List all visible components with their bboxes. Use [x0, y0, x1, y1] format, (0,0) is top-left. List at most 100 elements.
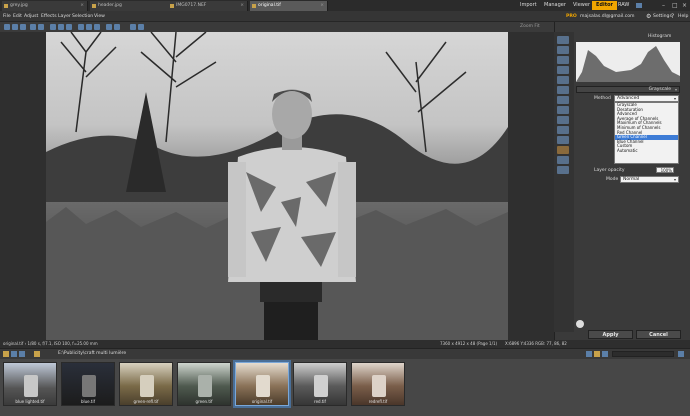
account-email[interactable]: majsalas.dl@gmail.com: [580, 11, 635, 22]
tool-icon[interactable]: [557, 76, 569, 84]
nav-viewer[interactable]: Viewer: [569, 1, 594, 10]
apply-button[interactable]: Apply: [588, 330, 633, 339]
tab-original[interactable]: original.tif ×: [250, 1, 328, 11]
tool-icon[interactable]: [557, 166, 569, 174]
tool-icon[interactable]: [4, 24, 10, 30]
tab-header[interactable]: header.jpg×: [90, 1, 176, 11]
right-tool-strip: [554, 32, 574, 332]
folder-icon[interactable]: [594, 351, 600, 357]
thumbnail-label: green.tif: [195, 399, 213, 404]
minimize-icon[interactable]: –: [662, 1, 665, 10]
menu-bar: File Edit Adjust Effects Layer Selection…: [0, 11, 690, 22]
tool-icon[interactable]: [106, 24, 112, 30]
nav-import[interactable]: Import: [516, 1, 541, 10]
tool-icon[interactable]: [50, 24, 56, 30]
pro-badge: PRO: [566, 14, 577, 19]
tool-icon[interactable]: [114, 24, 120, 30]
status-dimensions: 7360 x 4912 x 48 (Page 1/1): [440, 341, 498, 346]
tool-icon[interactable]: [557, 106, 569, 114]
cancel-button[interactable]: Cancel: [636, 330, 681, 339]
channel-sliders-area: [578, 108, 612, 158]
folder-icon[interactable]: [34, 351, 40, 357]
nav-forward-icon[interactable]: [19, 351, 25, 357]
tool-icon[interactable]: [557, 116, 569, 124]
brush-icon[interactable]: [557, 146, 569, 154]
current-path[interactable]: E:\Publicity\craft multi lumière: [58, 349, 126, 359]
tool-icon[interactable]: [557, 126, 569, 134]
tool-icon[interactable]: [20, 24, 26, 30]
thumb-subject: [140, 375, 154, 397]
method-dropdown-list[interactable]: Grayscale Desaturation Advanced Average …: [614, 102, 679, 164]
settings-link[interactable]: Settings: [653, 11, 672, 22]
filter-icon[interactable]: [602, 351, 608, 357]
view-mode-icon[interactable]: [636, 3, 642, 8]
tool-icon[interactable]: [66, 24, 72, 30]
folder-icon[interactable]: [3, 351, 9, 357]
help-link[interactable]: Help: [678, 11, 688, 22]
tab-nef[interactable]: IMG0717.NEF ×: [168, 1, 248, 11]
close-window-icon[interactable]: ×: [682, 1, 687, 10]
maximize-icon[interactable]: □: [672, 1, 678, 10]
menu-adjust[interactable]: Adjust: [24, 11, 38, 22]
tool-icon[interactable]: [130, 24, 136, 30]
close-icon[interactable]: ×: [320, 1, 324, 11]
nav-manager[interactable]: Manager: [540, 1, 570, 10]
redo-icon[interactable]: [38, 24, 44, 30]
tool-icon[interactable]: [557, 46, 569, 54]
thumbnail-label: redrefl.tif: [368, 399, 388, 404]
tool-icon[interactable]: [138, 24, 144, 30]
tool-icon[interactable]: [78, 24, 84, 30]
nav-raw[interactable]: RAW: [614, 1, 633, 10]
preset-icon[interactable]: [576, 320, 584, 328]
tool-icon[interactable]: [557, 96, 569, 104]
gear-icon[interactable]: ⚙: [646, 11, 651, 22]
thumb-subject: [198, 375, 212, 397]
chevron-down-icon: ▾: [673, 177, 676, 182]
method-label: Method: [594, 96, 611, 101]
layer-opacity-label: Layer opacity: [594, 168, 625, 173]
menu-view[interactable]: View: [94, 11, 105, 22]
thumb-subject: [24, 375, 38, 397]
menu-file[interactable]: File: [3, 11, 11, 22]
toolbar: Zoom Fit: [0, 22, 554, 32]
menu-layer[interactable]: Layer: [58, 11, 71, 22]
close-icon[interactable]: ×: [240, 1, 244, 11]
view-icon[interactable]: [586, 351, 592, 357]
method-select[interactable]: Advanced ▾: [614, 95, 679, 102]
thumbnail-label: red.tif: [314, 399, 326, 404]
tool-icon[interactable]: [86, 24, 92, 30]
mode-selector[interactable]: Grayscale ▾: [576, 86, 680, 93]
tool-icon[interactable]: [94, 24, 100, 30]
tool-icon[interactable]: [557, 56, 569, 64]
undo-icon[interactable]: [30, 24, 36, 30]
image-file-icon: [92, 4, 96, 8]
tool-icon[interactable]: [557, 66, 569, 74]
filter-input[interactable]: [612, 351, 674, 357]
help-icon[interactable]: ?: [671, 11, 674, 22]
thumb-subject: [372, 375, 386, 397]
chevron-down-icon: ▾: [674, 87, 677, 92]
photo-image: [46, 32, 508, 340]
nav-back-icon[interactable]: [11, 351, 17, 357]
tool-icon[interactable]: [557, 156, 569, 164]
tab-grey[interactable]: grey.jpg ×: [2, 1, 88, 11]
menu-edit[interactable]: Edit: [13, 11, 22, 22]
tool-icon[interactable]: [557, 86, 569, 94]
layer-opacity-input[interactable]: 100%: [656, 167, 674, 173]
menu-effects[interactable]: Effects: [41, 11, 57, 22]
path-bar: E:\Publicity\craft multi lumière: [0, 348, 690, 359]
image-file-icon: [170, 4, 174, 8]
photo-canvas[interactable]: [46, 32, 508, 340]
tool-icon[interactable]: [557, 136, 569, 144]
tool-icon[interactable]: [12, 24, 18, 30]
zoom-fit-label[interactable]: Zoom Fit: [520, 23, 540, 31]
image-file-icon: [4, 4, 8, 8]
dropdown-option[interactable]: Automatic: [615, 148, 678, 154]
tool-icon[interactable]: [58, 24, 64, 30]
image-file-icon: [252, 4, 256, 8]
close-icon[interactable]: ×: [80, 1, 84, 11]
blend-mode-select[interactable]: Normal ▾: [620, 176, 679, 183]
tool-icon[interactable]: [557, 36, 569, 44]
menu-selection[interactable]: Selection: [72, 11, 93, 22]
sort-icon[interactable]: [678, 351, 684, 357]
